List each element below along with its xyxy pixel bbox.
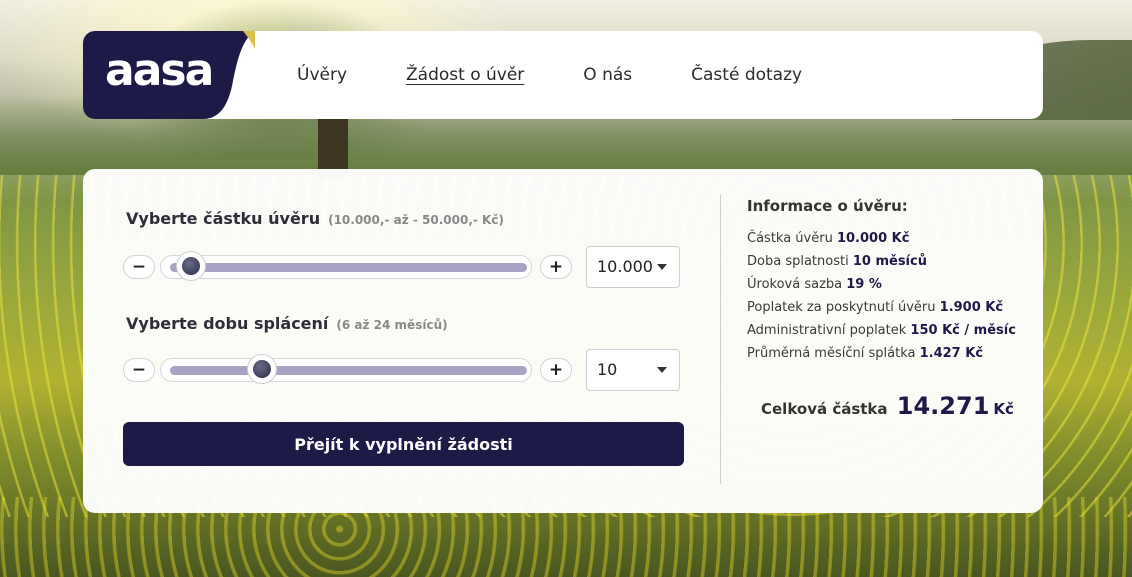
info-row: Doba splatnosti 10 měsíců bbox=[747, 254, 927, 269]
chevron-down-icon bbox=[657, 367, 667, 373]
total-value: 14.271 bbox=[896, 392, 990, 420]
term-minus-button[interactable]: − bbox=[123, 358, 155, 382]
logo-link[interactable]: aasa bbox=[83, 31, 255, 119]
term-slider-track bbox=[170, 366, 527, 375]
amount-minus-button[interactable]: − bbox=[123, 255, 155, 279]
info-row: Poplatek za poskytnutí úvěru 1.900 Kč bbox=[747, 300, 1004, 315]
info-row: Úroková sazba 19 % bbox=[747, 277, 882, 292]
chevron-down-icon bbox=[657, 264, 667, 270]
site-header: aasa Úvěry Žádost o úvěr O nás Časté dot… bbox=[83, 31, 1043, 119]
info-row: Částka úvěru 10.000 Kč bbox=[747, 231, 910, 246]
loan-info: Informace o úvěru: Částka úvěru 10.000 K… bbox=[747, 197, 1037, 365]
amount-title: Vyberte částku úvěru (10.000,- až - 50.00… bbox=[126, 209, 504, 228]
nav-item-caste-dotazy[interactable]: Časté dotazy bbox=[691, 65, 802, 85]
term-range-hint: (6 až 24 měsíců) bbox=[336, 318, 448, 332]
term-slider-handle[interactable] bbox=[247, 354, 278, 384]
main-nav: Úvěry Žádost o úvěr O nás Časté dotazy bbox=[297, 31, 861, 119]
nav-item-o-nas[interactable]: O nás bbox=[583, 65, 632, 85]
term-select-value: 10 bbox=[597, 360, 618, 379]
panel-divider bbox=[720, 194, 721, 484]
term-title-text: Vyberte dobu splácení bbox=[126, 314, 329, 333]
term-select[interactable]: 10 bbox=[586, 349, 680, 391]
total-currency: Kč bbox=[993, 400, 1014, 418]
total-amount: Celková částka 14.271 Kč bbox=[761, 392, 1014, 420]
term-title: Vyberte dobu splácení (6 až 24 měsíců) bbox=[126, 314, 448, 333]
loan-calculator-panel: Vyberte částku úvěru (10.000,- až - 50.00… bbox=[83, 169, 1043, 513]
total-label: Celková částka bbox=[761, 400, 888, 418]
logo-text: aasa bbox=[105, 45, 214, 96]
nav-item-uvery[interactable]: Úvěry bbox=[297, 65, 347, 85]
term-plus-button[interactable]: + bbox=[540, 358, 572, 382]
loan-info-title: Informace o úvěru: bbox=[747, 197, 908, 215]
amount-slider-handle[interactable] bbox=[176, 251, 206, 281]
info-row: Administrativní poplatek 150 Kč / měsíc bbox=[747, 323, 1016, 338]
amount-slider[interactable] bbox=[160, 251, 532, 281]
info-row: Průměrná měsíční splátka 1.427 Kč bbox=[747, 346, 984, 361]
amount-select[interactable]: 10.000 bbox=[586, 246, 680, 288]
amount-slider-track bbox=[170, 263, 527, 272]
submit-application-button[interactable]: Přejít k vyplnění žádosti bbox=[123, 422, 684, 466]
term-slider[interactable] bbox=[160, 354, 532, 384]
amount-range-hint: (10.000,- až - 50.000,- Kč) bbox=[328, 213, 504, 227]
amount-title-text: Vyberte částku úvěru bbox=[126, 209, 321, 228]
amount-select-value: 10.000 bbox=[597, 257, 653, 276]
amount-plus-button[interactable]: + bbox=[540, 255, 572, 279]
nav-item-zadost-o-uver[interactable]: Žádost o úvěr bbox=[406, 65, 524, 85]
